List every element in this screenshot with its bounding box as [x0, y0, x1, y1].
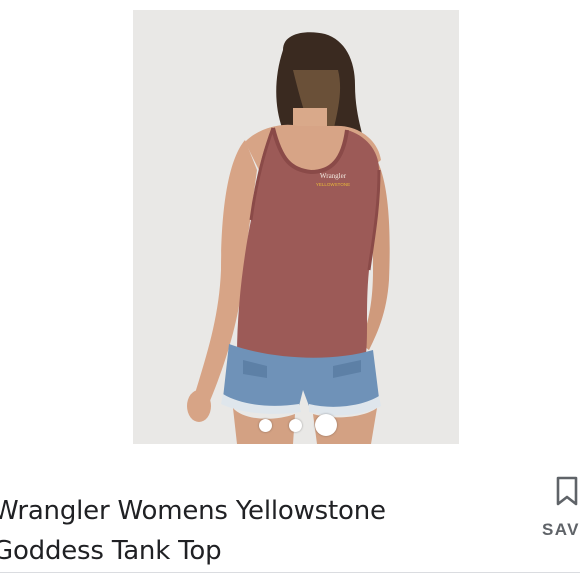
product-detail-page: Wrangler YELLOWSTONE Wrangler Womens Yel…: [0, 0, 580, 580]
print-brand-text: Wrangler: [320, 172, 347, 180]
carousel-dot-1[interactable]: [259, 419, 272, 432]
product-title: Wrangler Womens Yellowstone Goddess Tank…: [0, 491, 513, 571]
carousel-dot-3-active[interactable]: [315, 414, 337, 436]
product-title-line-2: Goddess Tank Top: [0, 536, 222, 567]
product-title-line-1: Wrangler Womens Yellowstone: [0, 496, 386, 527]
bookmark-icon: [556, 476, 578, 506]
save-button[interactable]: SAV: [534, 474, 580, 544]
product-photo-illustration: Wrangler YELLOWSTONE: [133, 10, 459, 444]
carousel-dot-2[interactable]: [289, 419, 302, 432]
save-label: SAV: [542, 520, 580, 539]
divider: [0, 572, 580, 573]
product-image[interactable]: Wrangler YELLOWSTONE: [133, 10, 459, 444]
print-sub-text: YELLOWSTONE: [316, 182, 350, 187]
